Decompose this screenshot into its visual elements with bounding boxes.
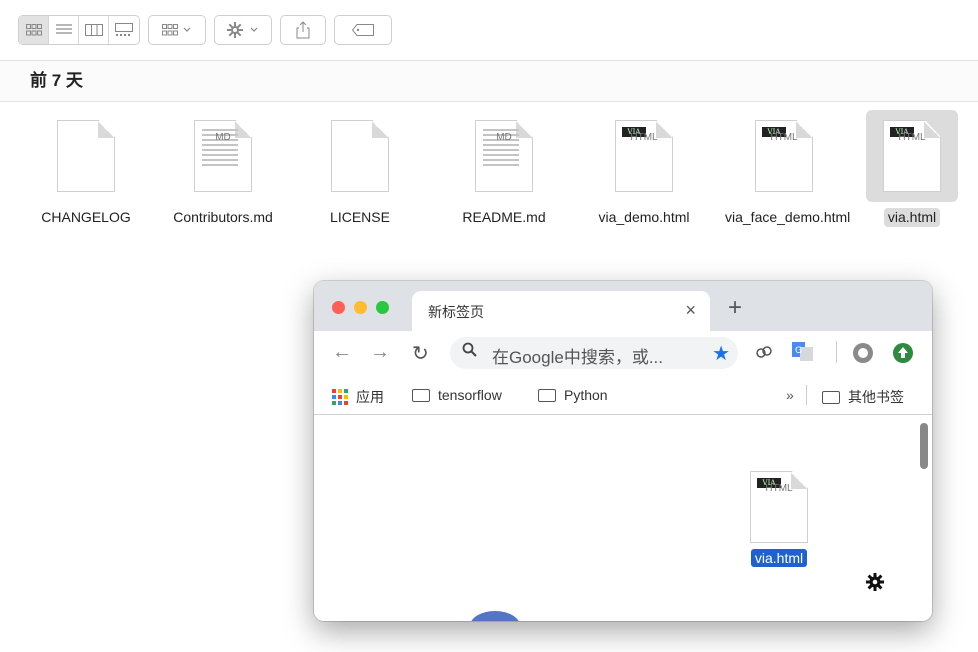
bookmark-label: tensorflow [438, 387, 502, 403]
file-ext-label: HTML [898, 132, 926, 143]
minimize-window-button[interactable] [354, 301, 367, 314]
group-by-control[interactable] [148, 15, 206, 45]
close-tab-icon[interactable]: × [685, 300, 696, 321]
zoom-window-button[interactable] [376, 301, 389, 314]
new-tab-button[interactable]: + [728, 294, 742, 322]
file-item-selected[interactable]: VIA HTML via.html [862, 110, 962, 227]
file-ext-label: HTML [770, 132, 798, 143]
apps-grid-icon [332, 389, 348, 405]
document-icon [40, 110, 132, 202]
html-file-icon: VIA HTML [598, 110, 690, 202]
partial-graphic [470, 611, 520, 621]
page-content: VIA HTML via.html [314, 415, 932, 621]
other-bookmarks-folder[interactable]: 其他书签 [822, 387, 904, 407]
google-translate-icon[interactable]: G [792, 342, 814, 367]
gear-icon[interactable] [215, 16, 271, 44]
bookmark-apps[interactable]: 应用 [332, 387, 384, 407]
icon-view-icon[interactable] [19, 16, 49, 44]
folder-icon [538, 388, 556, 402]
tag-control[interactable] [334, 15, 392, 45]
file-name: via.html [883, 208, 941, 227]
bookmarks-bar: 应用 tensorflow Python » 其他书签 [314, 375, 932, 415]
bookmark-folder[interactable]: Python [538, 387, 608, 403]
file-ext-label: HTML [765, 483, 793, 494]
close-window-button[interactable] [332, 301, 345, 314]
dragged-file[interactable]: VIA HTML via.html [744, 471, 814, 568]
file-name: README.md [462, 209, 546, 225]
extension-o-icon[interactable] [852, 342, 874, 369]
dragged-file-name: via.html [750, 549, 808, 567]
section-title: 前 7 天 [0, 60, 978, 102]
svg-text:G: G [795, 346, 802, 356]
file-ext-label: MD [496, 132, 512, 143]
file-name: Contributors.md [173, 209, 273, 225]
reload-icon[interactable]: ↻ [412, 341, 429, 366]
folder-icon [412, 388, 430, 402]
settings-gear-icon[interactable] [866, 573, 884, 597]
markdown-file-icon: MD [177, 110, 269, 202]
file-grid: CHANGELOG MD Contributors.md LICENSE MD … [0, 102, 978, 272]
tab-new-tab[interactable]: 新标签页 × [412, 291, 710, 331]
html-file-icon: VIA HTML [738, 110, 830, 202]
bookmarks-overflow-button[interactable]: » [786, 387, 794, 403]
chrome-window: 新标签页 × + ← → ↻ 在Google中搜索，或... ★ G 应用 te… [314, 281, 932, 621]
file-name: via_demo.html [598, 209, 690, 225]
forward-icon[interactable]: → [370, 341, 390, 364]
markdown-file-icon: MD [458, 110, 550, 202]
navigation-bar: ← → ↻ 在Google中搜索，或... ★ G [314, 331, 932, 375]
file-item[interactable]: VIA HTML via_demo.html [578, 110, 710, 227]
tag-icon[interactable] [335, 16, 391, 44]
bookmarks-divider [806, 385, 807, 405]
bookmark-label: 其他书签 [848, 389, 904, 405]
folder-icon [822, 390, 840, 404]
omnibox[interactable]: 在Google中搜索，或... ★ [450, 337, 738, 369]
scrollbar[interactable] [920, 423, 928, 469]
file-ext-label: MD [215, 132, 231, 143]
bookmark-star-icon[interactable]: ★ [712, 341, 730, 366]
file-name: LICENSE [330, 209, 390, 225]
file-ext-label: HTML [630, 132, 658, 143]
share-icon[interactable] [281, 16, 325, 44]
group-by-icon[interactable] [149, 16, 205, 44]
file-item[interactable]: MD README.md [438, 110, 570, 227]
file-name: CHANGELOG [41, 209, 131, 225]
file-item[interactable]: MD Contributors.md [157, 110, 289, 227]
file-name: via_face_demo.html [725, 209, 851, 225]
gallery-view-icon[interactable] [109, 16, 139, 44]
column-view-icon[interactable] [79, 16, 109, 44]
tab-strip: 新标签页 × + [314, 281, 932, 331]
finder-toolbar [0, 0, 978, 60]
extension-link-icon[interactable] [754, 342, 774, 367]
bookmark-label: Python [564, 387, 608, 403]
bookmark-label: 应用 [356, 389, 384, 405]
file-item[interactable]: LICENSE [294, 110, 426, 227]
omnibox-placeholder: 在Google中搜索，或... [492, 348, 663, 367]
list-view-icon[interactable] [49, 16, 79, 44]
action-menu[interactable] [214, 15, 272, 45]
extension-upload-icon[interactable] [892, 342, 914, 369]
toolbar-divider [836, 341, 837, 363]
search-icon [462, 342, 478, 363]
bookmark-folder[interactable]: tensorflow [412, 387, 502, 403]
back-icon[interactable]: ← [332, 341, 352, 364]
tab-title: 新标签页 [428, 304, 484, 320]
html-file-icon: VIA HTML [750, 471, 808, 543]
share-control[interactable] [280, 15, 326, 45]
file-item[interactable]: VIA HTML via_face_demo.html [718, 110, 850, 227]
document-icon [314, 110, 406, 202]
html-file-icon: VIA HTML [866, 110, 958, 202]
file-item[interactable]: CHANGELOG [20, 110, 152, 227]
view-mode-group [18, 15, 140, 45]
